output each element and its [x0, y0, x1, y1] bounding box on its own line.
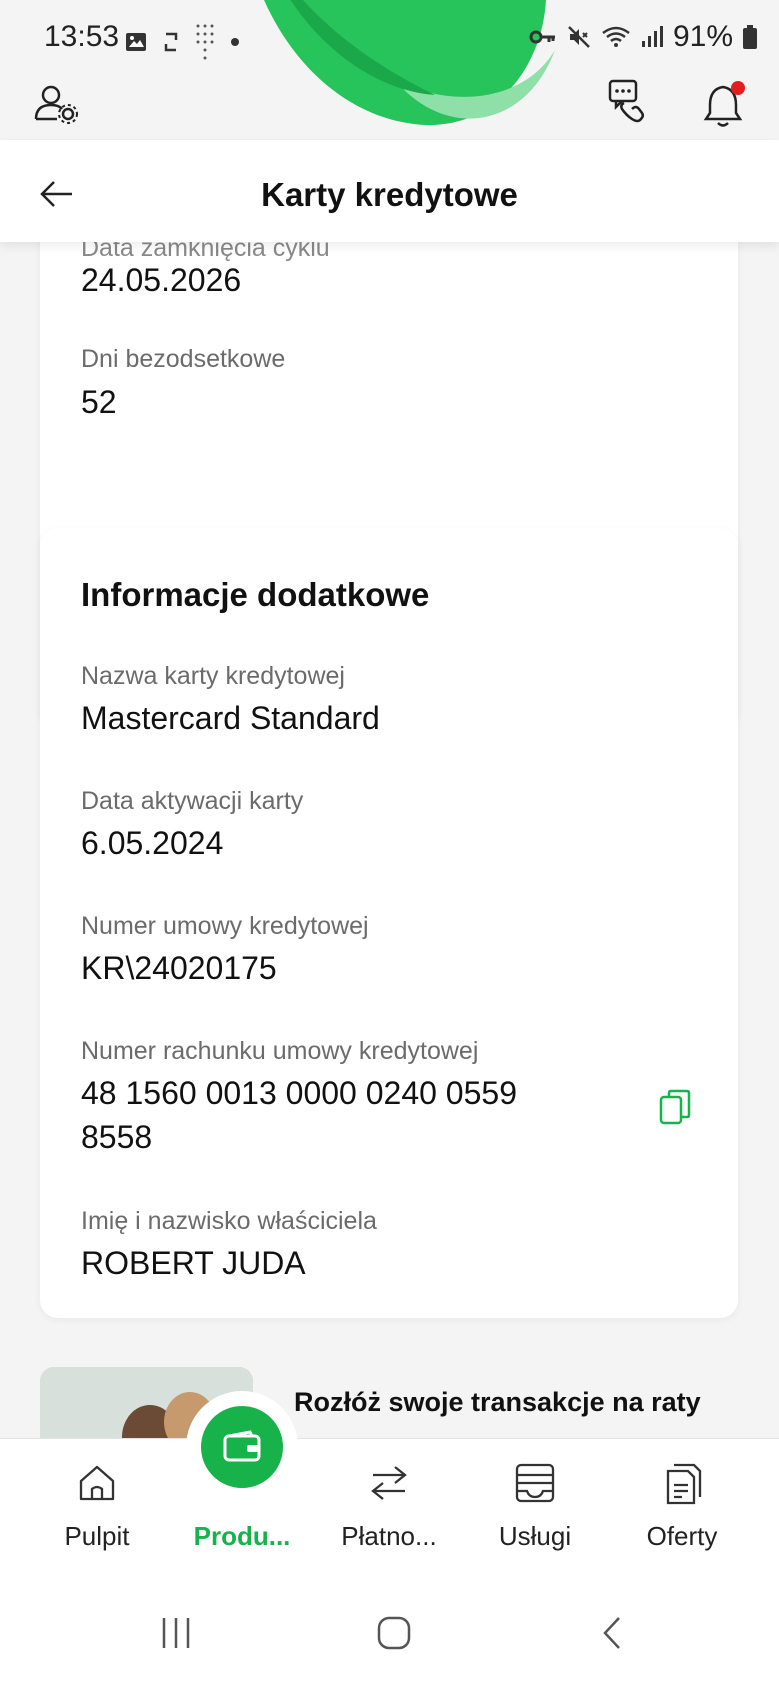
signal-icon	[641, 26, 663, 47]
user-settings-icon	[34, 85, 78, 124]
account-number-line1: 48 1560 0013 0000 0240 0559	[81, 1075, 517, 1111]
documents-icon	[666, 1463, 702, 1505]
nav-item-oferty[interactable]: Oferty	[612, 1439, 752, 1579]
back-chevron-icon	[603, 1617, 620, 1649]
tray-icon	[515, 1463, 555, 1503]
card-name-label: Nazwa karty kredytowej	[81, 662, 345, 690]
activation-date-value: 6.05.2024	[81, 825, 224, 861]
wifi-icon	[602, 26, 630, 47]
nav-label-platnosci: Płatno...	[341, 1521, 437, 1551]
sync-icon	[164, 32, 178, 52]
nav-item-pulpit[interactable]: Pulpit	[27, 1439, 167, 1579]
promo-title: Rozłóż swoje transakcje na raty	[294, 1387, 701, 1417]
home-system-button[interactable]	[364, 1608, 424, 1658]
status-bar: 13:53 91%	[0, 0, 779, 72]
status-right: 91%	[529, 20, 757, 54]
back-system-button[interactable]	[582, 1608, 642, 1658]
nav-item-uslugi[interactable]: Usługi	[465, 1439, 605, 1579]
top-action-bar	[0, 72, 779, 132]
interest-free-label: Dni bezodsetkowe	[81, 345, 286, 373]
status-left-icons	[124, 22, 240, 62]
additional-info-card: Informacje dodatkowe Nazwa karty kredyto…	[40, 528, 738, 1318]
mute-icon	[568, 26, 590, 48]
contract-number-label: Numer umowy kredytowej	[81, 912, 369, 940]
copy-account-button[interactable]	[658, 1088, 694, 1126]
page-header: Karty kredytowe	[0, 140, 779, 242]
nav-label-produkty: Produ...	[193, 1521, 291, 1551]
nav-label-oferty: Oferty	[646, 1521, 718, 1551]
content-scroll[interactable]: Data zamknięcia cyklu 24.05.2026 Dni bez…	[0, 242, 779, 1438]
key-icon	[529, 30, 555, 44]
nav-label-pulpit: Pulpit	[64, 1521, 130, 1551]
home-circle-icon	[377, 1616, 411, 1650]
notifications-button[interactable]	[700, 78, 750, 130]
dot-icon	[231, 38, 239, 46]
battery-icon	[743, 25, 757, 49]
recent-apps-icon	[162, 1618, 190, 1648]
account-number-line2: 8558	[81, 1119, 153, 1155]
bell-icon	[703, 81, 745, 127]
transfer-arrows-icon	[371, 1466, 407, 1500]
contact-button[interactable]	[606, 78, 656, 128]
home-icon	[79, 1465, 115, 1501]
profile-settings-button[interactable]	[32, 82, 80, 126]
owner-name-value: ROBERT JUDA	[81, 1245, 306, 1281]
activation-date-label: Data aktywacji karty	[81, 787, 304, 815]
copy-icon	[659, 1089, 691, 1125]
contract-number-value: KR\24020175	[81, 950, 277, 986]
system-navigation	[0, 1578, 779, 1688]
nav-item-platnosci[interactable]: Płatno...	[319, 1439, 459, 1579]
battery-percent: 91%	[672, 20, 733, 53]
chat-phone-icon	[608, 79, 645, 123]
wallet-icon	[223, 1430, 261, 1462]
active-tab-bubble[interactable]	[201, 1406, 283, 1488]
card-name-value: Mastercard Standard	[81, 700, 380, 736]
account-number-label: Numer rachunku umowy kredytowej	[81, 1037, 479, 1065]
dots-grid-icon	[196, 24, 214, 60]
nav-label-uslugi: Usługi	[498, 1521, 572, 1551]
bottom-navigation: Pulpit Produ... Płatno... Usługi Oferty	[0, 1391, 779, 1579]
page-title: Karty kredytowe	[261, 176, 518, 213]
image-icon	[126, 33, 146, 51]
card-title: Informacje dodatkowe	[81, 576, 430, 613]
owner-name-label: Imię i nazwisko właściciela	[81, 1207, 377, 1235]
status-time: 13:53	[44, 20, 120, 53]
cycle-close-value: 24.05.2026	[81, 262, 242, 298]
interest-free-value: 52	[81, 384, 117, 420]
installments-promo[interactable]: Rozłóż swoje transakcje na raty	[40, 1367, 738, 1438]
recent-apps-button[interactable]	[146, 1608, 206, 1658]
